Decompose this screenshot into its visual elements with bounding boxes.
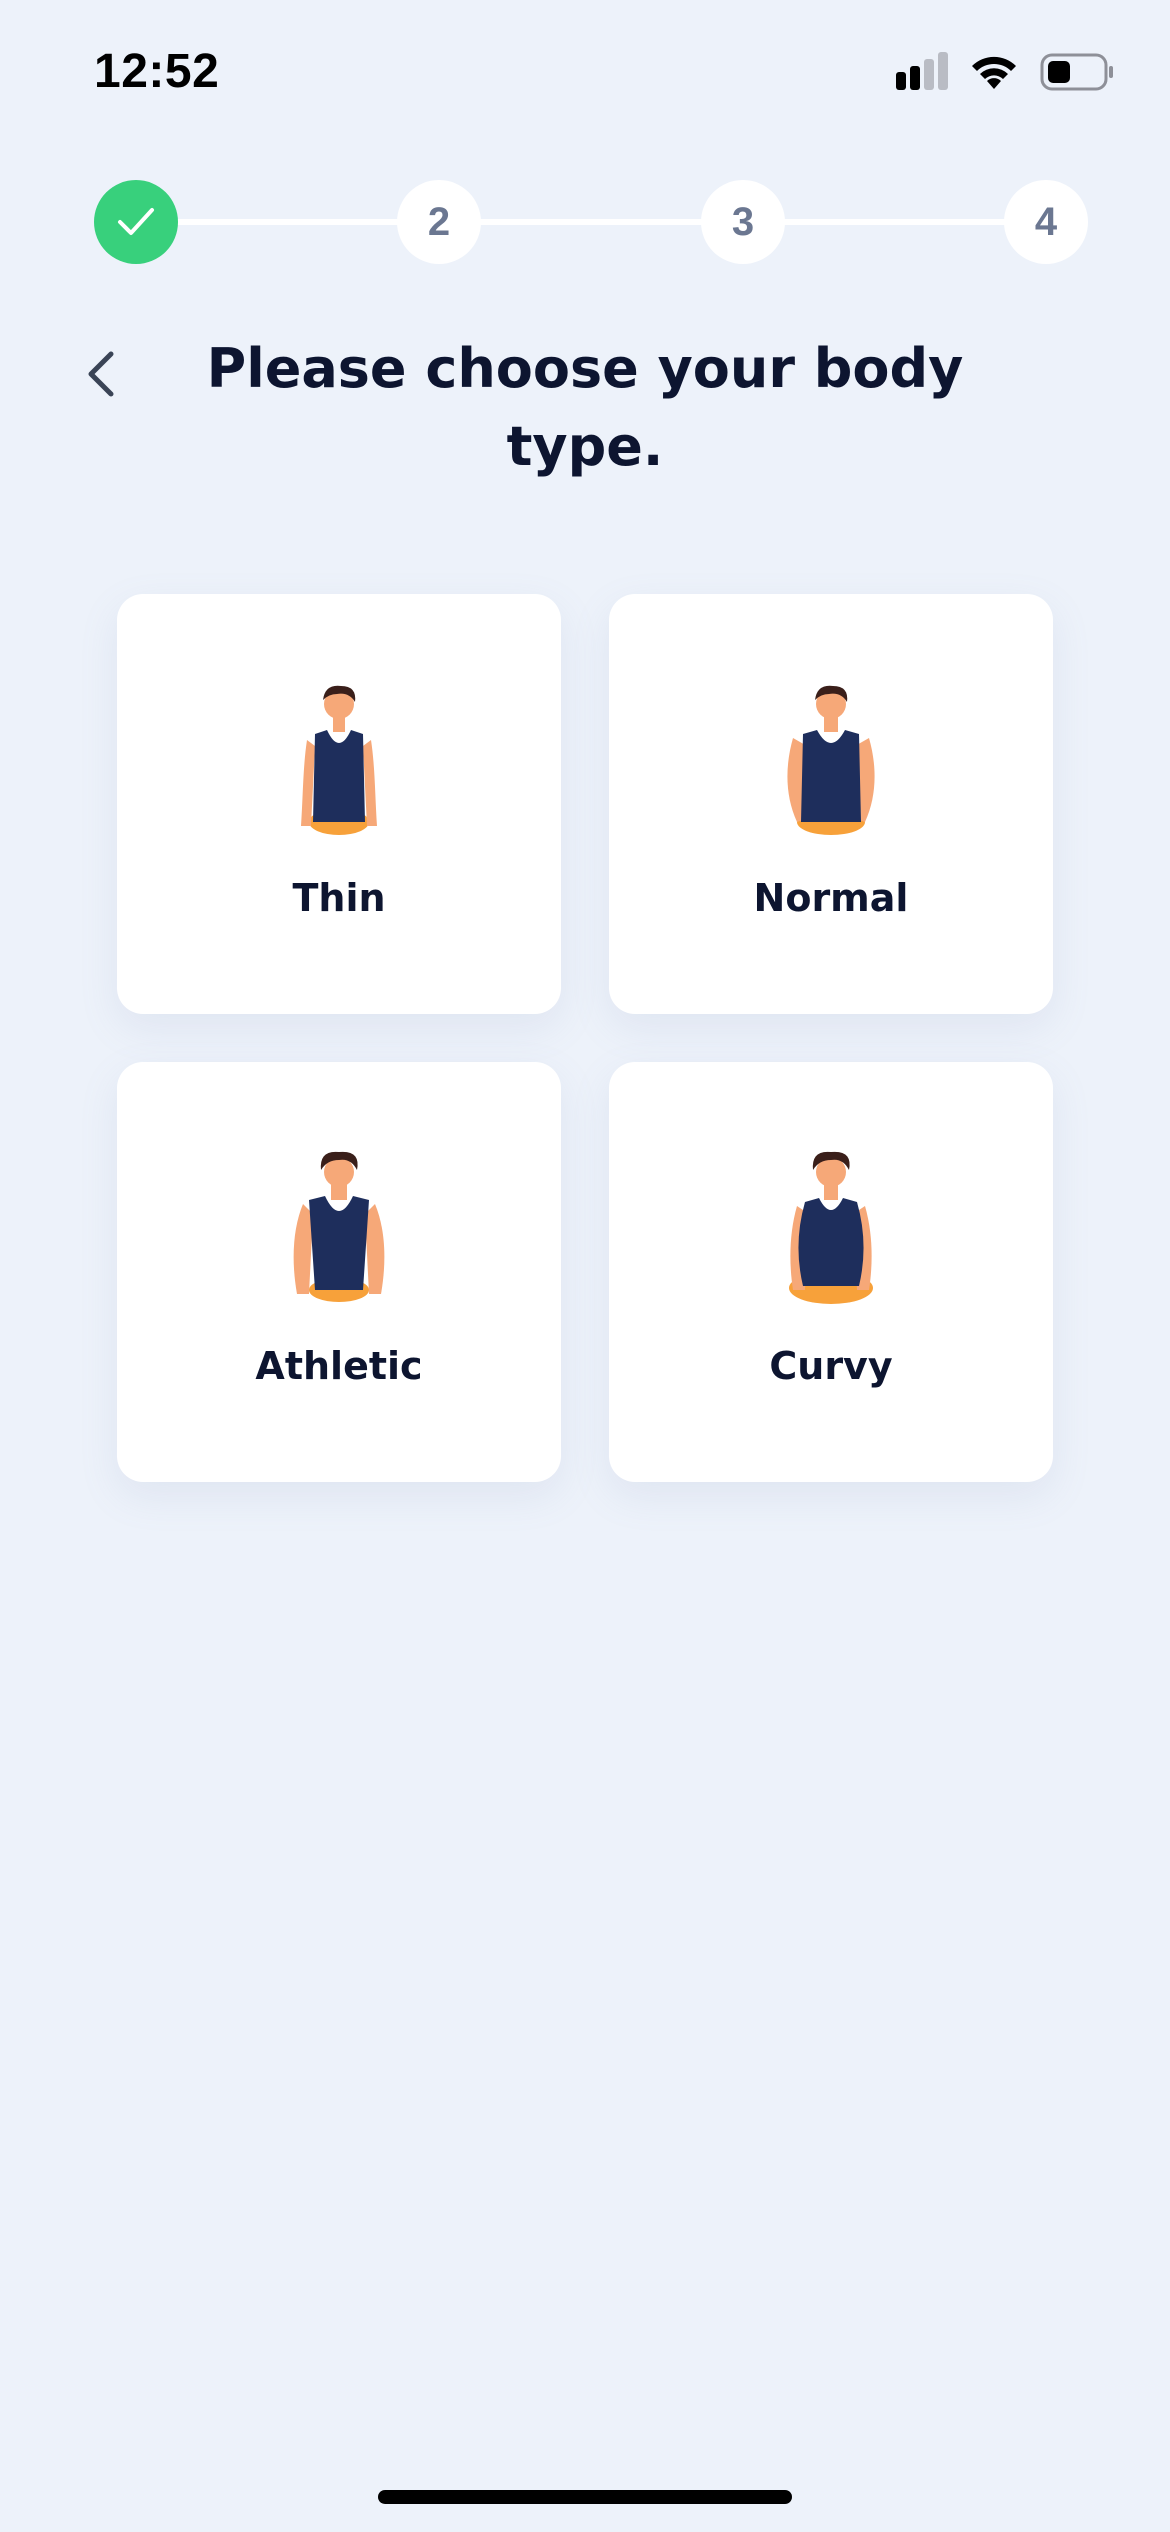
- body-type-label: Athletic: [255, 1344, 423, 1388]
- body-type-label: Curvy: [769, 1344, 893, 1388]
- body-type-option-thin[interactable]: Thin: [117, 594, 561, 1014]
- step-1-completed: [94, 180, 178, 264]
- body-type-option-normal[interactable]: Normal: [609, 594, 1053, 1014]
- normal-body-figure-icon: [787, 685, 875, 835]
- step-2: 2: [397, 180, 481, 264]
- thin-body-figure-icon: [301, 685, 377, 835]
- body-type-option-curvy[interactable]: Curvy: [609, 1062, 1053, 1482]
- status-time: 12:52: [94, 45, 220, 98]
- page-title: Please choose your body type.: [206, 337, 964, 478]
- back-button[interactable]: [70, 336, 130, 412]
- step-4: 4: [1004, 180, 1088, 264]
- body-type-label: Normal: [753, 876, 909, 920]
- athletic-body-figure-icon: [293, 1151, 385, 1302]
- curvy-body-figure-icon: [789, 1151, 873, 1304]
- cellular-signal-icon: [896, 52, 948, 90]
- home-indicator[interactable]: [378, 2490, 792, 2504]
- status-bar: 12:52: [0, 0, 1170, 150]
- status-icons: [894, 52, 1114, 92]
- body-type-label: Thin: [292, 876, 386, 920]
- stepper-line: [134, 219, 1048, 225]
- step-3: 3: [701, 180, 785, 264]
- body-type-option-athletic[interactable]: Athletic: [117, 1062, 561, 1482]
- wifi-icon: [972, 56, 1016, 89]
- progress-stepper: 2 3 4: [94, 180, 1088, 264]
- chevron-left-icon: [88, 351, 114, 397]
- check-icon: [118, 208, 154, 235]
- battery-icon: [1040, 53, 1113, 91]
